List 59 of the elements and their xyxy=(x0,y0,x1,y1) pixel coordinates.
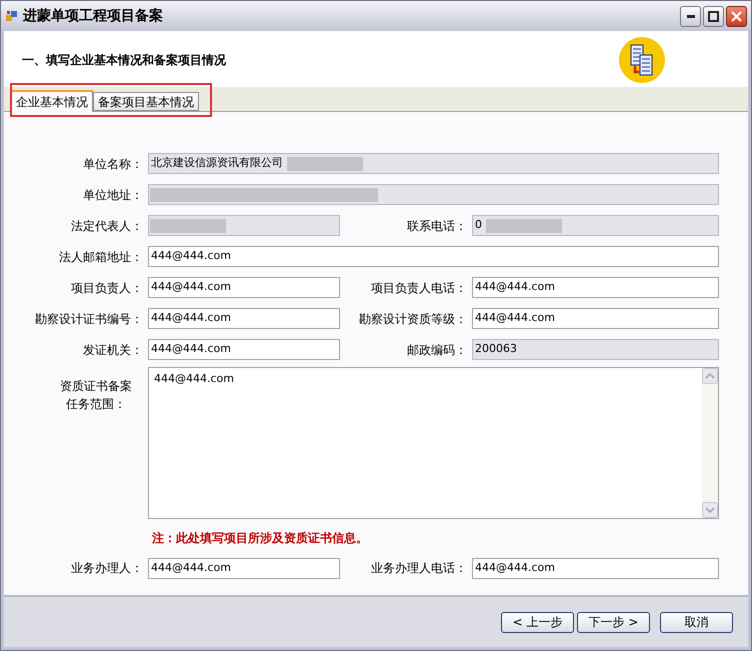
tab[interactable]: 企业基本情况 xyxy=(11,90,93,112)
tab[interactable]: 备案项目基本情况 xyxy=(93,92,199,111)
field-label: 项目负责人电话： xyxy=(370,280,468,296)
window-title: 进蒙单项工程项目备案 xyxy=(23,6,164,26)
documents-icon xyxy=(618,36,666,84)
readonly-field[interactable] xyxy=(148,215,340,236)
input-field[interactable]: 444@444.com xyxy=(472,277,719,298)
input-field[interactable]: 444@444.com xyxy=(148,308,340,329)
field-label: 勘察设计资质等级： xyxy=(358,310,468,328)
field-value: 444@444.com xyxy=(150,279,231,296)
scroll-down-icon[interactable] xyxy=(702,502,718,518)
field-label: 邮政编码： xyxy=(406,342,468,358)
field-label: 资质证书备案 任务范围： xyxy=(59,378,133,413)
section-heading: 一、填写企业基本情况和备案项目情况 xyxy=(22,52,226,69)
wizard-button[interactable]: < 上一步 xyxy=(501,612,574,632)
input-field[interactable]: 444@444.com xyxy=(148,277,340,298)
readonly-field[interactable]: 0 xyxy=(472,215,719,236)
field-label: 单位名称： xyxy=(82,156,144,172)
field-value: 北京建设信源资讯有限公司 xyxy=(150,155,283,172)
app-icon xyxy=(5,9,19,23)
field-label: 法人邮箱地址： xyxy=(58,248,144,266)
field-value: 444@444.com xyxy=(150,341,231,358)
field-value: 444@444.com xyxy=(474,310,555,326)
input-field[interactable]: 444@444.com xyxy=(472,558,719,578)
maximize-icon xyxy=(708,10,719,22)
field-label: 业务办理人电话： xyxy=(370,560,468,577)
field-label: 发证机关： xyxy=(82,342,144,358)
maximize-button[interactable] xyxy=(703,6,724,26)
field-label: 勘察设计证书编号： xyxy=(34,310,144,328)
field-label: 法定代表人： xyxy=(70,218,144,234)
field-label: 业务办理人： xyxy=(70,560,144,577)
input-field[interactable]: 444@444.com xyxy=(472,308,719,329)
readonly-field[interactable]: 北京建设信源资讯有限公司 xyxy=(148,153,719,174)
field-value: 444@444.com xyxy=(150,248,231,264)
input-field[interactable]: 444@444.com xyxy=(148,339,340,360)
input-field[interactable]: 444@444.com xyxy=(148,558,340,578)
readonly-field[interactable] xyxy=(148,184,719,205)
field-label: 联系电话： xyxy=(406,218,468,234)
field-value: 0 xyxy=(474,217,482,234)
input-field[interactable]: 444@444.com xyxy=(148,246,719,267)
scrollbar[interactable] xyxy=(702,368,718,518)
close-button[interactable] xyxy=(726,6,747,26)
field-label: 单位地址： xyxy=(82,186,144,204)
field-value: 444@444.com xyxy=(474,560,555,576)
note-text: 注：此处填写项目所涉及资质证书信息。 xyxy=(152,530,368,547)
minimize-button[interactable] xyxy=(680,6,701,26)
field-value: 444@444.com xyxy=(150,560,231,576)
wizard-button[interactable]: 取消 xyxy=(660,612,733,632)
readonly-field[interactable]: 200063 xyxy=(472,339,719,360)
wizard-button[interactable]: 下一步 > xyxy=(577,612,650,632)
close-icon xyxy=(731,10,742,22)
scope-textarea[interactable]: 444@444.com xyxy=(148,367,719,519)
minimize-icon xyxy=(686,14,694,18)
scroll-up-icon[interactable] xyxy=(702,368,718,384)
field-value: 444@444.com xyxy=(474,279,555,296)
field-value: 444@444.com xyxy=(154,371,234,387)
field-value: 200063 xyxy=(474,341,517,358)
field-label: 项目负责人： xyxy=(70,280,144,296)
field-value: 444@444.com xyxy=(150,310,231,326)
